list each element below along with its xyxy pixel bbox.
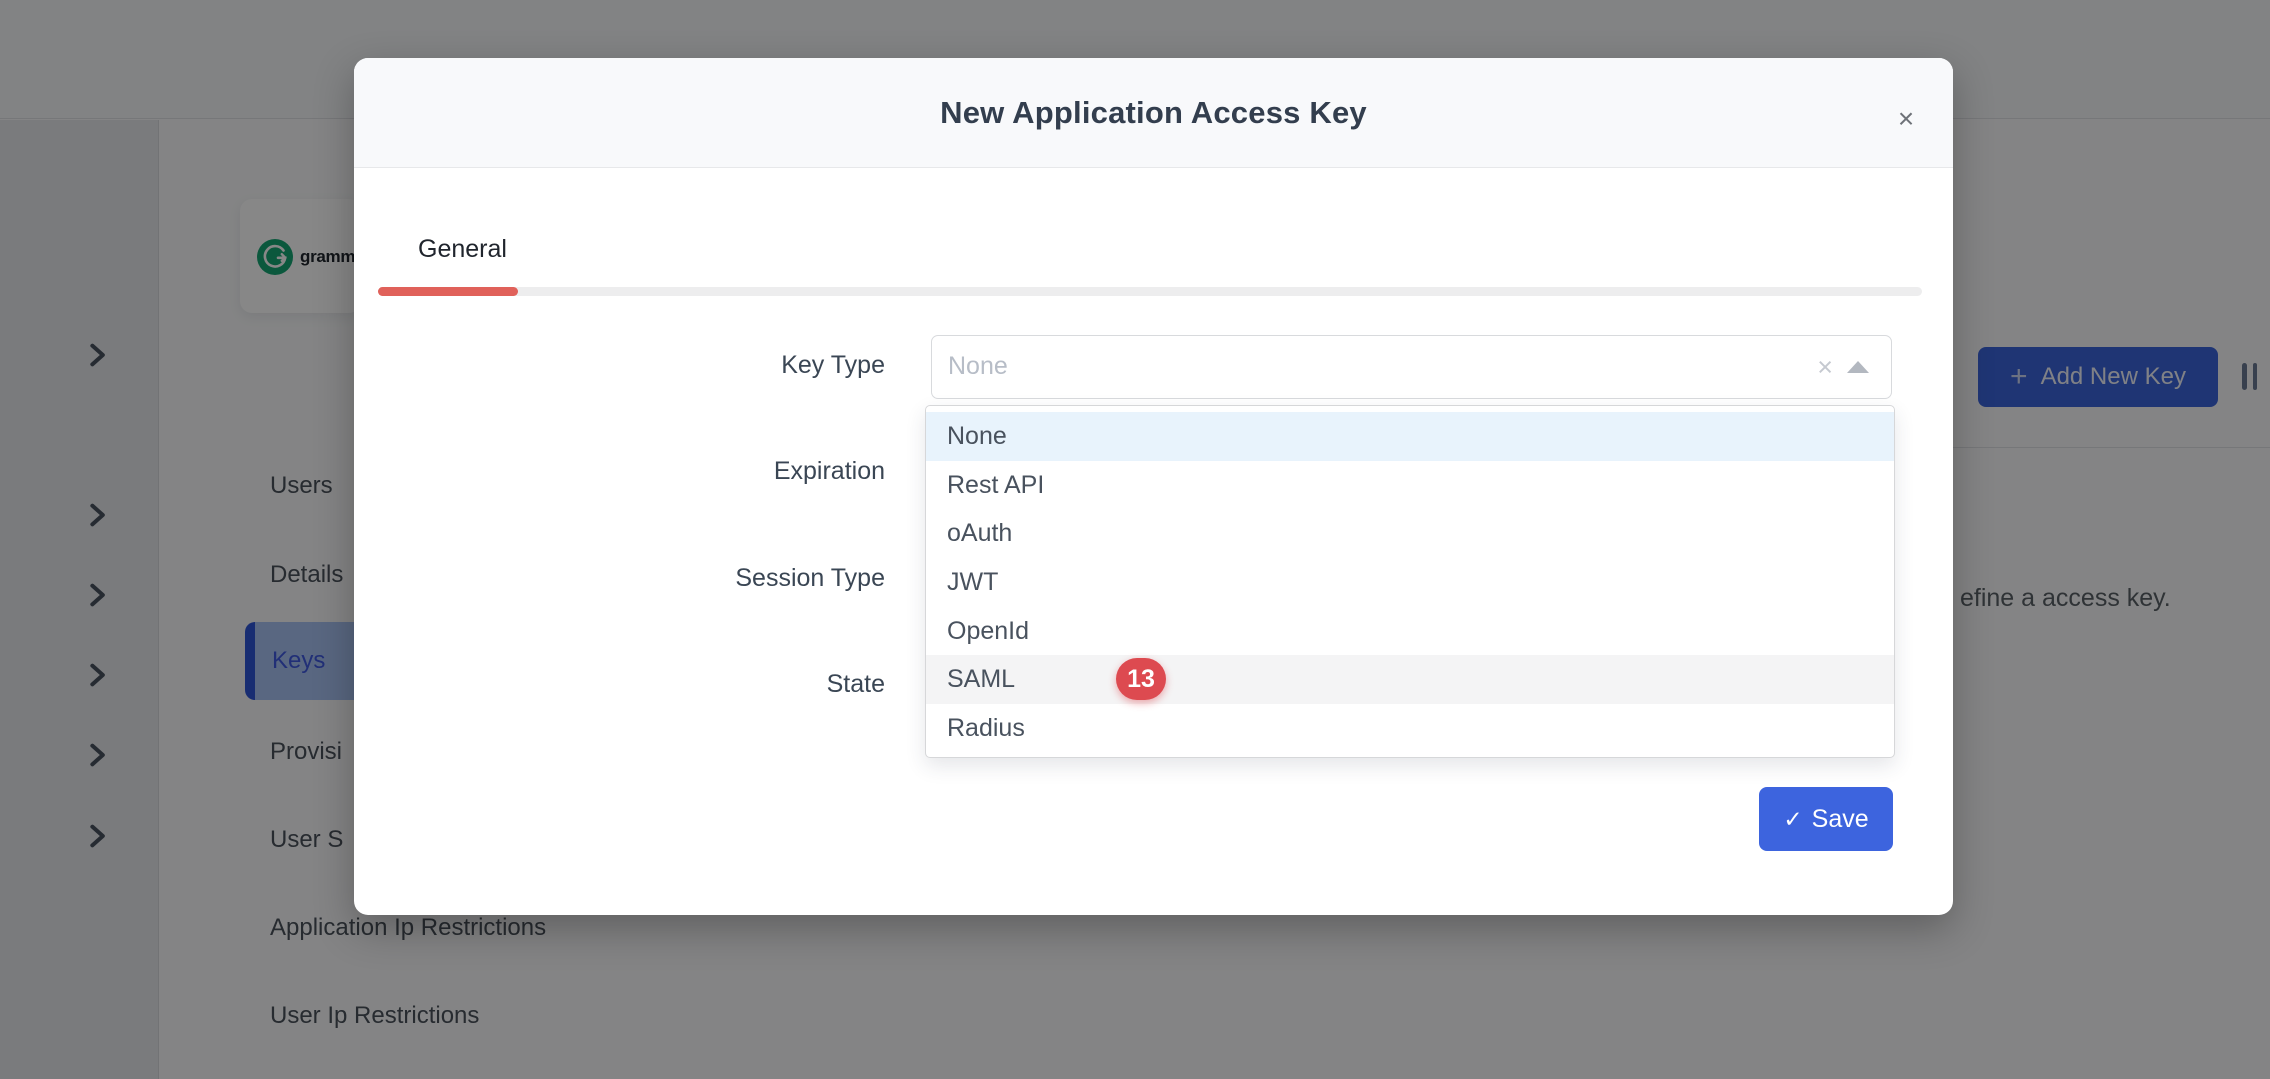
click-count-badge: 13 bbox=[1116, 658, 1166, 700]
dropdown-option-radius[interactable]: Radius bbox=[926, 704, 1894, 753]
dropdown-option-none[interactable]: None bbox=[926, 412, 1894, 461]
key-type-dropdown-list: None Rest API oAuth JWT OpenId SAML 13 R… bbox=[925, 405, 1895, 758]
modal-title: New Application Access Key bbox=[940, 95, 1367, 131]
save-button[interactable]: ✓ Save bbox=[1759, 787, 1893, 851]
tab-progress-track bbox=[378, 287, 1922, 296]
new-access-key-modal: New Application Access Key × General Key… bbox=[354, 58, 1953, 915]
dropdown-option-jwt[interactable]: JWT bbox=[926, 558, 1894, 607]
state-label: State bbox=[354, 669, 885, 699]
modal-header: New Application Access Key × bbox=[354, 58, 1953, 168]
key-type-label: Key Type bbox=[354, 350, 885, 380]
session-type-label: Session Type bbox=[354, 563, 885, 593]
dropdown-option-rest-api[interactable]: Rest API bbox=[926, 461, 1894, 510]
clear-icon[interactable]: × bbox=[1817, 353, 1833, 381]
key-type-select[interactable]: None × bbox=[931, 335, 1892, 399]
key-type-select-placeholder: None bbox=[948, 352, 1008, 381]
dropdown-option-saml[interactable]: SAML 13 bbox=[926, 655, 1894, 704]
check-icon: ✓ bbox=[1783, 808, 1802, 831]
dropdown-option-saml-label: SAML bbox=[947, 665, 1015, 693]
close-icon[interactable]: × bbox=[1891, 104, 1921, 134]
tab-active-underline bbox=[378, 287, 518, 296]
dropdown-option-openid[interactable]: OpenId bbox=[926, 607, 1894, 656]
application-settings-page: grammarly Users Details Keys Provisi Use… bbox=[0, 0, 2270, 1079]
tab-general[interactable]: General bbox=[418, 234, 507, 264]
caret-up-icon[interactable] bbox=[1847, 361, 1869, 373]
dropdown-option-oauth[interactable]: oAuth bbox=[926, 509, 1894, 558]
expiration-label: Expiration bbox=[354, 456, 885, 486]
save-button-label: Save bbox=[1812, 805, 1869, 834]
